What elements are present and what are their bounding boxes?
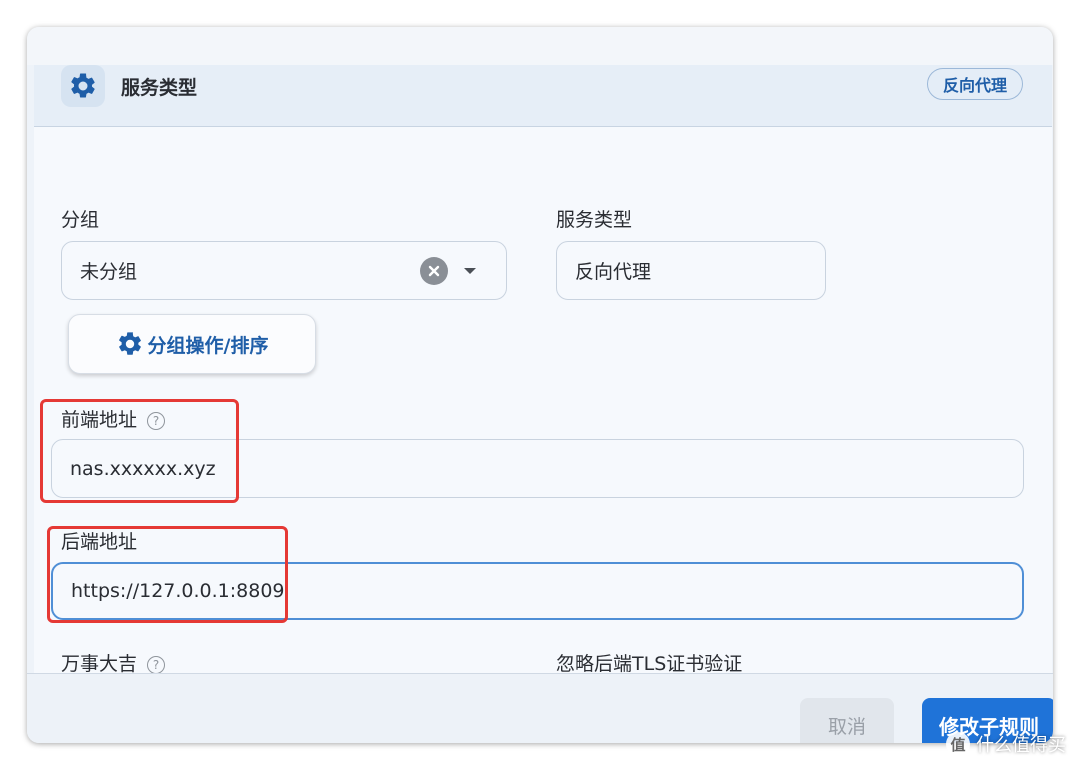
- watermark: 值 什么值得买: [946, 731, 1066, 757]
- skip-tls-label: 忽略后端TLS证书验证: [556, 653, 743, 673]
- watermark-text: 什么值得买: [976, 735, 1066, 756]
- service-type-label: 服务类型: [556, 209, 633, 231]
- service-type-field: 反向代理: [556, 241, 826, 300]
- help-icon[interactable]: ?: [147, 655, 166, 673]
- service-type-badge: 反向代理: [927, 68, 1023, 100]
- dialog-top-strip: [27, 27, 1053, 65]
- form-scroll-area[interactable]: 服务类型 反向代理 分组 未分组 服务类型 反向代理 分组操作/排序 前端地址 …: [34, 65, 1052, 673]
- group-label: 分组: [61, 209, 100, 231]
- watermark-logo: 值: [946, 732, 970, 756]
- dialog-footer: 取消 修改子规则: [27, 673, 1053, 743]
- cancel-button[interactable]: 取消: [800, 698, 894, 743]
- header-title: 服务类型: [121, 77, 198, 99]
- group-select-value: 未分组: [80, 261, 138, 283]
- edit-subrule-dialog: 服务类型 反向代理 分组 未分组 服务类型 反向代理 分组操作/排序 前端地址 …: [27, 27, 1053, 743]
- highlight-box-backend: [47, 526, 288, 623]
- gear-icon: [118, 332, 141, 355]
- dropdown-caret-icon[interactable]: [464, 268, 476, 274]
- wanshi-label-text: 万事大吉: [61, 653, 138, 673]
- highlight-box-frontend: [40, 399, 239, 503]
- group-select[interactable]: 未分组: [61, 241, 507, 300]
- group-ops-label: 分组操作/排序: [147, 334, 269, 357]
- service-type-value: 反向代理: [575, 261, 652, 283]
- gear-icon: [61, 65, 105, 107]
- group-ops-button[interactable]: 分组操作/排序: [68, 314, 316, 374]
- clear-icon[interactable]: [420, 257, 448, 285]
- wanshi-label: 万事大吉?: [61, 649, 166, 673]
- service-type-header: 服务类型 反向代理: [34, 65, 1052, 127]
